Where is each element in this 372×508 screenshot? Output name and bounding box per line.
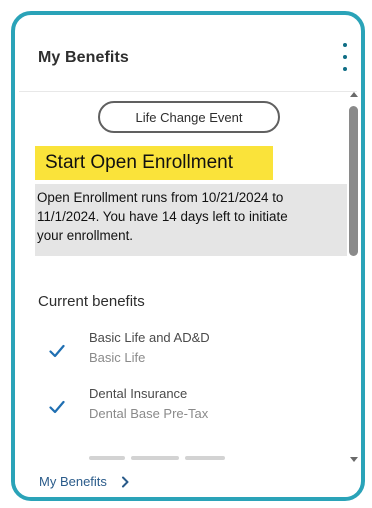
benefit-subtitle: Dental Base Pre-Tax <box>89 406 209 421</box>
enrollment-message-line: your enrollment. <box>37 228 134 243</box>
check-icon <box>49 344 65 358</box>
scroll-up-arrow-icon[interactable] <box>350 92 358 97</box>
benefit-item-dental[interactable]: Dental Insurance Dental Base Pre-Tax <box>15 386 345 432</box>
my-benefits-card: My Benefits Life Change Event Start Open… <box>11 11 365 501</box>
scroll-down-arrow-icon[interactable] <box>350 457 358 462</box>
cut-off-text-glyphs <box>89 456 225 460</box>
card-footer: My Benefits <box>15 464 357 497</box>
benefit-title: Basic Life and AD&D <box>89 330 210 345</box>
my-benefits-link[interactable]: My Benefits <box>39 474 129 489</box>
enrollment-message: Open Enrollment runs from 10/21/2024 to … <box>35 184 347 256</box>
enrollment-message-line: 11/1/2024. You have 14 days left to init… <box>37 209 288 224</box>
more-vertical-icon[interactable] <box>340 43 350 71</box>
enrollment-message-line: Open Enrollment runs from 10/21/2024 to <box>37 190 284 205</box>
card-content: Life Change Event Start Open Enrollment … <box>15 92 357 464</box>
current-benefits-heading: Current benefits <box>38 293 145 310</box>
start-open-enrollment-link[interactable]: Start Open Enrollment <box>35 146 273 180</box>
vertical-scrollbar[interactable] <box>348 89 360 464</box>
menu-dot <box>343 43 347 47</box>
benefit-item-basic-life[interactable]: Basic Life and AD&D Basic Life <box>15 330 345 376</box>
menu-dot <box>343 55 347 59</box>
check-icon <box>49 400 65 414</box>
card-title: My Benefits <box>38 49 129 66</box>
benefit-title-cut-off <box>89 450 239 460</box>
chevron-right-icon <box>121 476 129 487</box>
life-change-event-button[interactable]: Life Change Event <box>98 101 280 133</box>
scrollbar-thumb[interactable] <box>349 106 358 256</box>
benefit-item-partial[interactable] <box>15 444 345 464</box>
menu-dot <box>343 67 347 71</box>
my-benefits-link-label: My Benefits <box>39 474 107 489</box>
benefit-subtitle: Basic Life <box>89 350 146 365</box>
benefit-title: Dental Insurance <box>89 386 188 401</box>
